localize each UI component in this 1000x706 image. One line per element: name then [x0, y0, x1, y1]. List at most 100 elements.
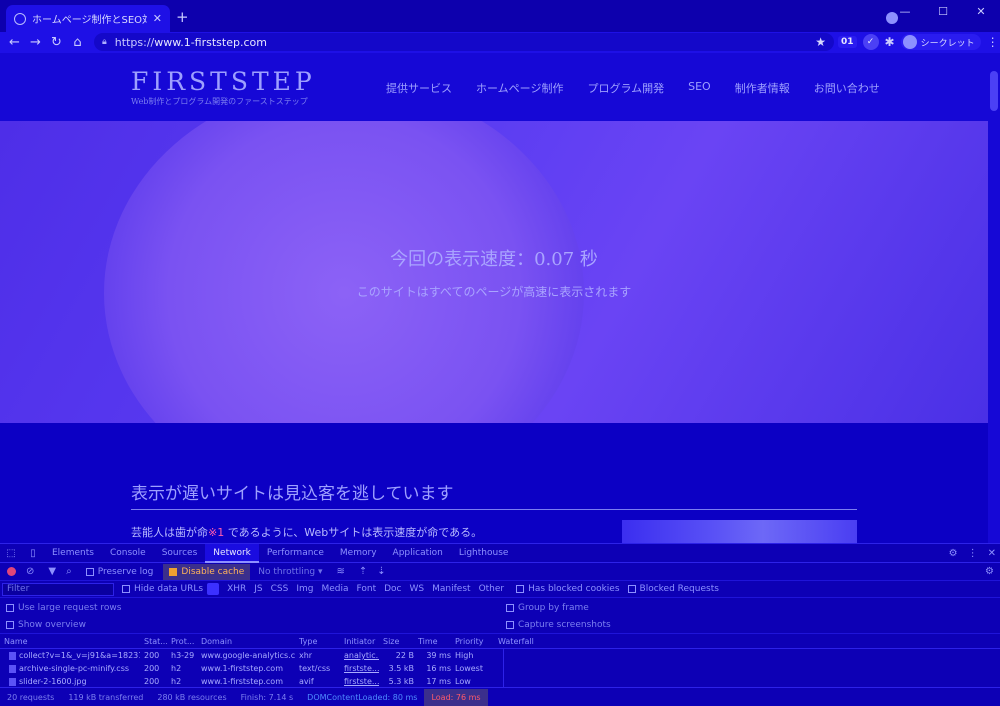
show-overview-box[interactable] [6, 621, 14, 629]
forward-icon[interactable]: → [25, 35, 46, 50]
nav-programming[interactable]: プログラム開発 [587, 80, 664, 96]
tab-network[interactable]: Network [205, 543, 259, 563]
request-status: 200 [144, 651, 160, 660]
filter-input[interactable]: Filter [2, 582, 114, 596]
hero-title: 今回の表示速度：0.07 秒 [390, 249, 598, 270]
tab-elements[interactable]: Elements [44, 544, 102, 563]
col-header-initiator[interactable]: Initiator [340, 637, 379, 646]
tab-console[interactable]: Console [102, 544, 154, 563]
wifi-icon[interactable]: ≋ [337, 566, 345, 577]
tab-performance[interactable]: Performance [259, 544, 332, 563]
lock-icon[interactable]: 🔒︎ [102, 37, 107, 47]
minimize-button[interactable]: — [886, 5, 924, 18]
filter-icon[interactable]: ▼ [48, 566, 56, 577]
has-blocked-cookies-checkbox[interactable]: Has blocked cookies [516, 584, 620, 594]
capture-screenshots-checkbox[interactable]: Capture screenshots [506, 620, 611, 630]
disable-cache-checkbox[interactable]: Disable cache [163, 563, 251, 580]
download-icon[interactable]: ⇣ [377, 566, 385, 577]
incognito-button[interactable]: シークレット [900, 34, 981, 50]
type-xhr[interactable]: XHR [223, 584, 250, 594]
search-icon[interactable]: ⌕ [66, 566, 72, 577]
tab-application[interactable]: Application [385, 544, 451, 563]
hide-data-urls-box[interactable] [122, 585, 130, 593]
type-media[interactable]: Media [317, 584, 352, 594]
col-header-protocol[interactable]: Prot... [167, 637, 197, 646]
col-header-time[interactable]: Time [414, 637, 451, 646]
table-row[interactable]: collect?v=1&_v=j91&a=182311... 200 h3-29… [0, 649, 1000, 662]
large-rows-checkbox[interactable]: Use large request rows [6, 603, 121, 613]
tab-lighthouse[interactable]: Lighthouse [451, 544, 517, 563]
col-header-priority[interactable]: Priority [451, 637, 494, 646]
bookmark-star-icon[interactable]: ★ [815, 35, 826, 49]
nav-seo[interactable]: SEO [688, 80, 711, 96]
group-by-frame-box[interactable] [506, 604, 514, 612]
puzzle-icon[interactable]: ✱ [885, 35, 895, 49]
request-protocol: h3-29 [171, 651, 195, 660]
home-icon[interactable]: ⌂ [67, 35, 88, 50]
type-img[interactable]: Img [292, 584, 317, 594]
device-toggle-icon[interactable]: ▯ [22, 548, 44, 559]
has-blocked-cookies-box[interactable] [516, 585, 525, 593]
maximize-button[interactable]: ☐ [924, 5, 962, 18]
col-header-waterfall[interactable]: Waterfall [494, 637, 794, 646]
browser-menu-icon[interactable]: ⋮ [987, 35, 999, 49]
request-initiator[interactable]: analytic... [340, 651, 379, 660]
record-icon[interactable] [7, 567, 16, 576]
nav-creator[interactable]: 制作者情報 [735, 80, 790, 96]
show-overview-checkbox[interactable]: Show overview [6, 620, 86, 630]
close-window-button[interactable]: ✕ [962, 5, 1000, 18]
col-header-name[interactable]: Name [0, 637, 140, 646]
site-logo[interactable]: FIRSTSTEP [131, 67, 316, 96]
nav-contact[interactable]: お問い合わせ [814, 80, 880, 96]
network-settings-icon[interactable]: ⚙ [985, 566, 994, 577]
disable-cache-box[interactable] [169, 567, 178, 576]
type-other[interactable]: Other [475, 584, 509, 594]
preserve-log-checkbox[interactable]: Preserve log [85, 567, 153, 577]
new-tab-button[interactable]: + [176, 8, 189, 26]
extension-badge[interactable]: 01 [838, 36, 857, 48]
col-header-type[interactable]: Type [295, 637, 340, 646]
capture-screenshots-box[interactable] [506, 621, 514, 629]
back-icon[interactable]: ← [4, 35, 25, 50]
table-row[interactable]: slider-2-1600.jpg 200 h2 www.1-firststep… [0, 675, 1000, 687]
browser-tab[interactable]: ホームページ制作とSEO対策な ✕ [6, 5, 170, 32]
nav-homepage[interactable]: ホームページ制作 [476, 80, 563, 96]
extension-icon[interactable]: ✓ [862, 34, 879, 50]
inspect-icon[interactable]: ⬚ [0, 548, 22, 559]
type-css[interactable]: CSS [267, 584, 293, 594]
blocked-requests-checkbox[interactable]: Blocked Requests [627, 584, 719, 594]
type-js[interactable]: JS [250, 584, 266, 594]
nav-services[interactable]: 提供サービス [386, 80, 452, 96]
type-manifest[interactable]: Manifest [428, 584, 474, 594]
url-text[interactable]: https://www.1-firststep.com [115, 36, 267, 49]
type-doc[interactable]: Doc [380, 584, 405, 594]
type-font[interactable]: Font [353, 584, 381, 594]
col-header-domain[interactable]: Domain [197, 637, 295, 646]
close-tab-button[interactable]: ✕ [153, 12, 162, 25]
col-header-size[interactable]: Size [379, 637, 414, 646]
close-devtools-icon[interactable]: ✕ [988, 548, 996, 559]
type-all-button[interactable] [207, 583, 220, 595]
hide-data-urls-checkbox[interactable]: Hide data URLs [122, 584, 203, 594]
upload-icon[interactable]: ⇡ [359, 566, 367, 577]
tab-sources[interactable]: Sources [154, 544, 206, 563]
gear-icon[interactable]: ⚙ [949, 548, 958, 559]
type-ws[interactable]: WS [406, 584, 429, 594]
request-initiator[interactable]: firstste... [340, 664, 379, 673]
tab-memory[interactable]: Memory [332, 544, 385, 563]
clear-icon[interactable]: ⊘ [26, 566, 34, 577]
address-bar[interactable]: 🔒︎ https://www.1-firststep.com ★ [94, 33, 834, 51]
reload-icon[interactable]: ↻ [46, 35, 67, 50]
large-rows-box[interactable] [6, 604, 14, 612]
request-initiator[interactable]: firstste... [340, 677, 379, 686]
throttling-select[interactable]: No throttling ▾ [258, 567, 322, 577]
preserve-log-box[interactable] [85, 567, 94, 576]
page-scrollbar[interactable] [988, 53, 1000, 543]
table-row[interactable]: archive-single-pc-minify.css 200 h2 www.… [0, 662, 1000, 675]
footnote-link[interactable]: ※1 [208, 526, 224, 539]
scrollbar-thumb[interactable] [990, 71, 998, 111]
col-header-status[interactable]: Stat... [140, 637, 167, 646]
more-options-icon[interactable]: ⋮ [968, 548, 978, 559]
blocked-requests-box[interactable] [627, 585, 636, 593]
group-by-frame-checkbox[interactable]: Group by frame [506, 603, 589, 613]
